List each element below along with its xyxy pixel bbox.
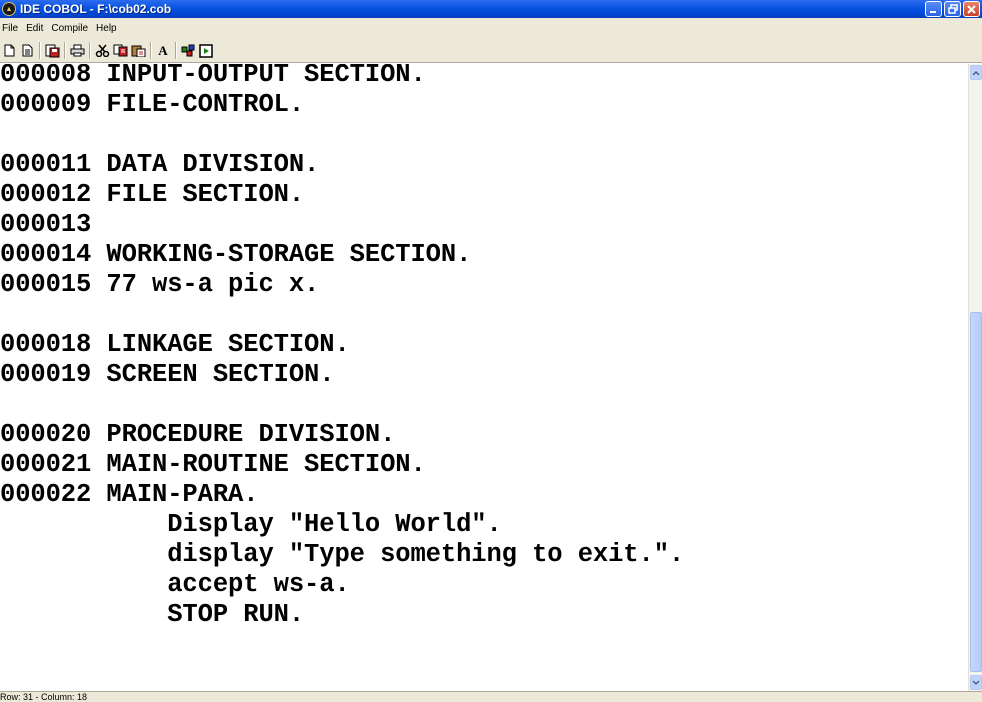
toolbar-separator bbox=[39, 42, 41, 59]
scrollbar-thumb[interactable] bbox=[970, 312, 982, 672]
compile-button[interactable] bbox=[180, 42, 196, 60]
new-file-button[interactable] bbox=[1, 42, 17, 60]
cursor-position: Row: 31 - Column: 18 bbox=[0, 692, 88, 702]
code-line[interactable]: 000011 DATA DIVISION. bbox=[0, 150, 319, 180]
code-line[interactable]: 000019 SCREEN SECTION. bbox=[0, 360, 335, 390]
chevron-down-icon bbox=[972, 679, 980, 685]
window-controls bbox=[925, 1, 980, 17]
toolbar-separator bbox=[175, 42, 177, 59]
scissors-icon bbox=[95, 44, 109, 57]
open-file-icon bbox=[22, 44, 32, 57]
menu-help[interactable]: Help bbox=[93, 23, 122, 34]
app-icon[interactable]: ▲ bbox=[2, 2, 16, 16]
code-editor[interactable]: 000008 INPUT-OUTPUT SECTION. 000009 FILE… bbox=[0, 64, 968, 691]
print-button[interactable] bbox=[69, 42, 85, 60]
code-line[interactable]: 000020 PROCEDURE DIVISION. bbox=[0, 420, 395, 450]
copy-button[interactable] bbox=[112, 42, 128, 60]
printer-icon bbox=[70, 44, 84, 57]
code-line[interactable]: 000012 FILE SECTION. bbox=[0, 180, 304, 210]
open-file-button[interactable] bbox=[19, 42, 35, 60]
code-line[interactable]: 000013 bbox=[0, 210, 91, 240]
menu-edit[interactable]: Edit bbox=[23, 23, 48, 34]
save-file-icon bbox=[45, 44, 59, 57]
menu-compile[interactable]: Compile bbox=[48, 23, 93, 34]
restore-icon bbox=[947, 4, 958, 14]
compile-icon bbox=[181, 44, 194, 57]
code-line[interactable]: 000014 WORKING-STORAGE SECTION. bbox=[0, 240, 471, 270]
code-line[interactable]: 000015 77 ws-a pic x. bbox=[0, 270, 319, 300]
minimize-button[interactable] bbox=[925, 1, 942, 17]
code-line[interactable]: 000009 FILE-CONTROL. bbox=[0, 90, 304, 120]
toolbar-separator bbox=[150, 42, 152, 59]
run-button[interactable] bbox=[198, 42, 214, 60]
toolbar-separator bbox=[64, 42, 66, 59]
cut-button[interactable] bbox=[94, 42, 110, 60]
maximize-button[interactable] bbox=[944, 1, 961, 17]
chevron-up-icon bbox=[972, 70, 980, 76]
new-file-icon bbox=[4, 44, 14, 57]
toolbar: A bbox=[0, 39, 982, 63]
code-line[interactable]: 000018 LINKAGE SECTION. bbox=[0, 330, 350, 360]
copy-icon bbox=[113, 44, 127, 57]
code-line[interactable]: accept ws-a. bbox=[0, 570, 350, 600]
code-line[interactable]: STOP RUN. bbox=[0, 600, 304, 630]
toolbar-separator bbox=[89, 42, 91, 59]
code-line[interactable]: Display "Hello World". bbox=[0, 510, 502, 540]
save-file-button[interactable] bbox=[44, 42, 60, 60]
menu-bar: File Edit Compile Help bbox=[0, 18, 982, 39]
scroll-up-button[interactable] bbox=[970, 65, 982, 80]
run-icon bbox=[199, 43, 213, 58]
menu-file[interactable]: File bbox=[0, 23, 23, 34]
code-line[interactable]: 000008 INPUT-OUTPUT SECTION. bbox=[0, 64, 426, 90]
scroll-down-button[interactable] bbox=[970, 675, 982, 690]
code-line[interactable]: 000022 MAIN-PARA. bbox=[0, 480, 259, 510]
status-bar: Row: 31 - Column: 18 bbox=[0, 691, 982, 702]
code-line[interactable]: display "Type something to exit.". bbox=[0, 540, 684, 570]
title-bar[interactable]: ▲ IDE COBOL - F:\cob02.cob bbox=[0, 0, 982, 18]
close-icon bbox=[967, 4, 976, 14]
code-line[interactable]: 000021 MAIN-ROUTINE SECTION. bbox=[0, 450, 426, 480]
close-button[interactable] bbox=[963, 1, 980, 17]
paste-button[interactable] bbox=[130, 42, 146, 60]
font-button[interactable]: A bbox=[155, 42, 171, 60]
vertical-scrollbar[interactable] bbox=[968, 64, 982, 691]
minimize-icon bbox=[930, 10, 936, 13]
window-title: IDE COBOL - F:\cob02.cob bbox=[20, 2, 172, 16]
paste-icon bbox=[131, 45, 145, 57]
